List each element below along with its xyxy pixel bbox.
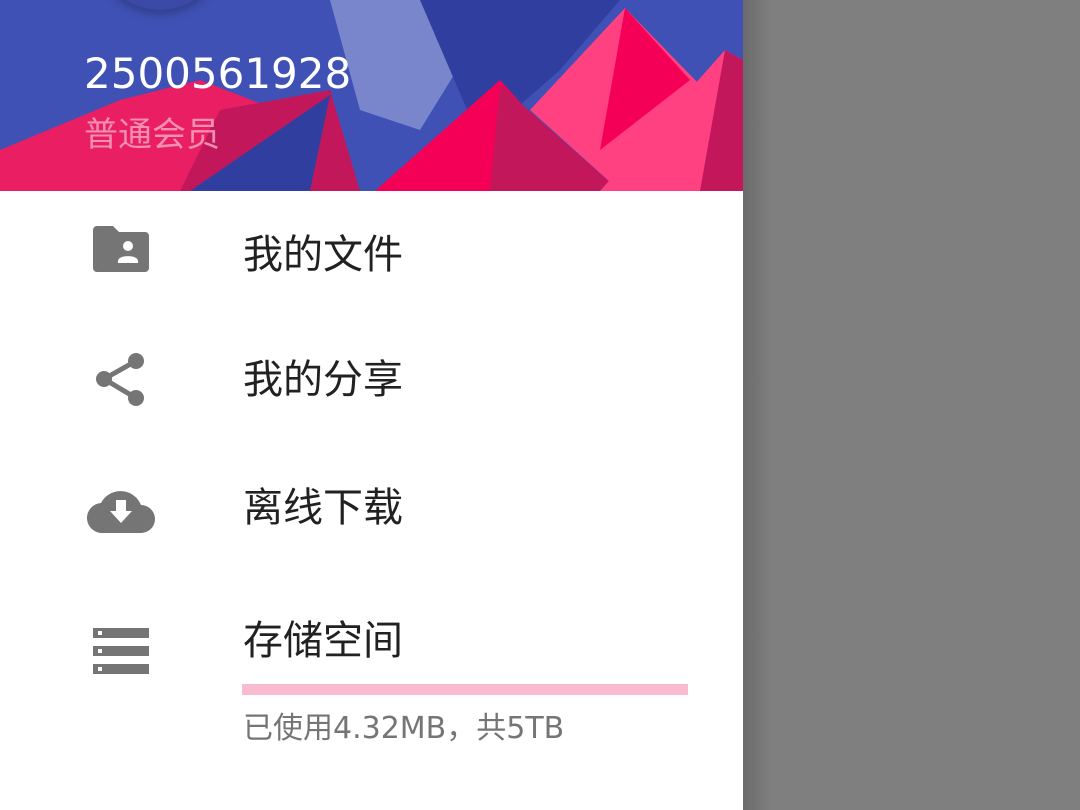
folder-shared-icon [86,214,156,284]
menu-item-offline-download[interactable]: 离线下载 [0,448,743,576]
drawer-edge-shadow [743,0,771,810]
menu-item-label: 我的文件 [243,232,403,278]
user-id: 2500561928 [84,49,352,98]
menu-item-label: 我的分享 [243,357,403,403]
menu-item-label: 离线下载 [243,485,403,531]
cloud-download-icon [86,475,156,545]
drawer-header: 2500561928 普通会员 [0,0,743,191]
membership-level: 普通会员 [84,115,220,155]
storage-icon [86,616,156,686]
share-icon [86,345,156,415]
storage-usage-text: 已使用4.32MB，共5TB [243,711,565,746]
menu-item-my-files[interactable]: 我的文件 [0,192,743,320]
menu-item-my-shares[interactable]: 我的分享 [0,320,743,448]
storage-progress-bar [242,684,688,695]
drawer-scrim[interactable] [743,0,1080,810]
navigation-drawer: 2500561928 普通会员 我的文件 我的分享 离线下载 存储空间 已使用4… [0,0,743,810]
menu-item-label: 存储空间 [243,618,403,664]
